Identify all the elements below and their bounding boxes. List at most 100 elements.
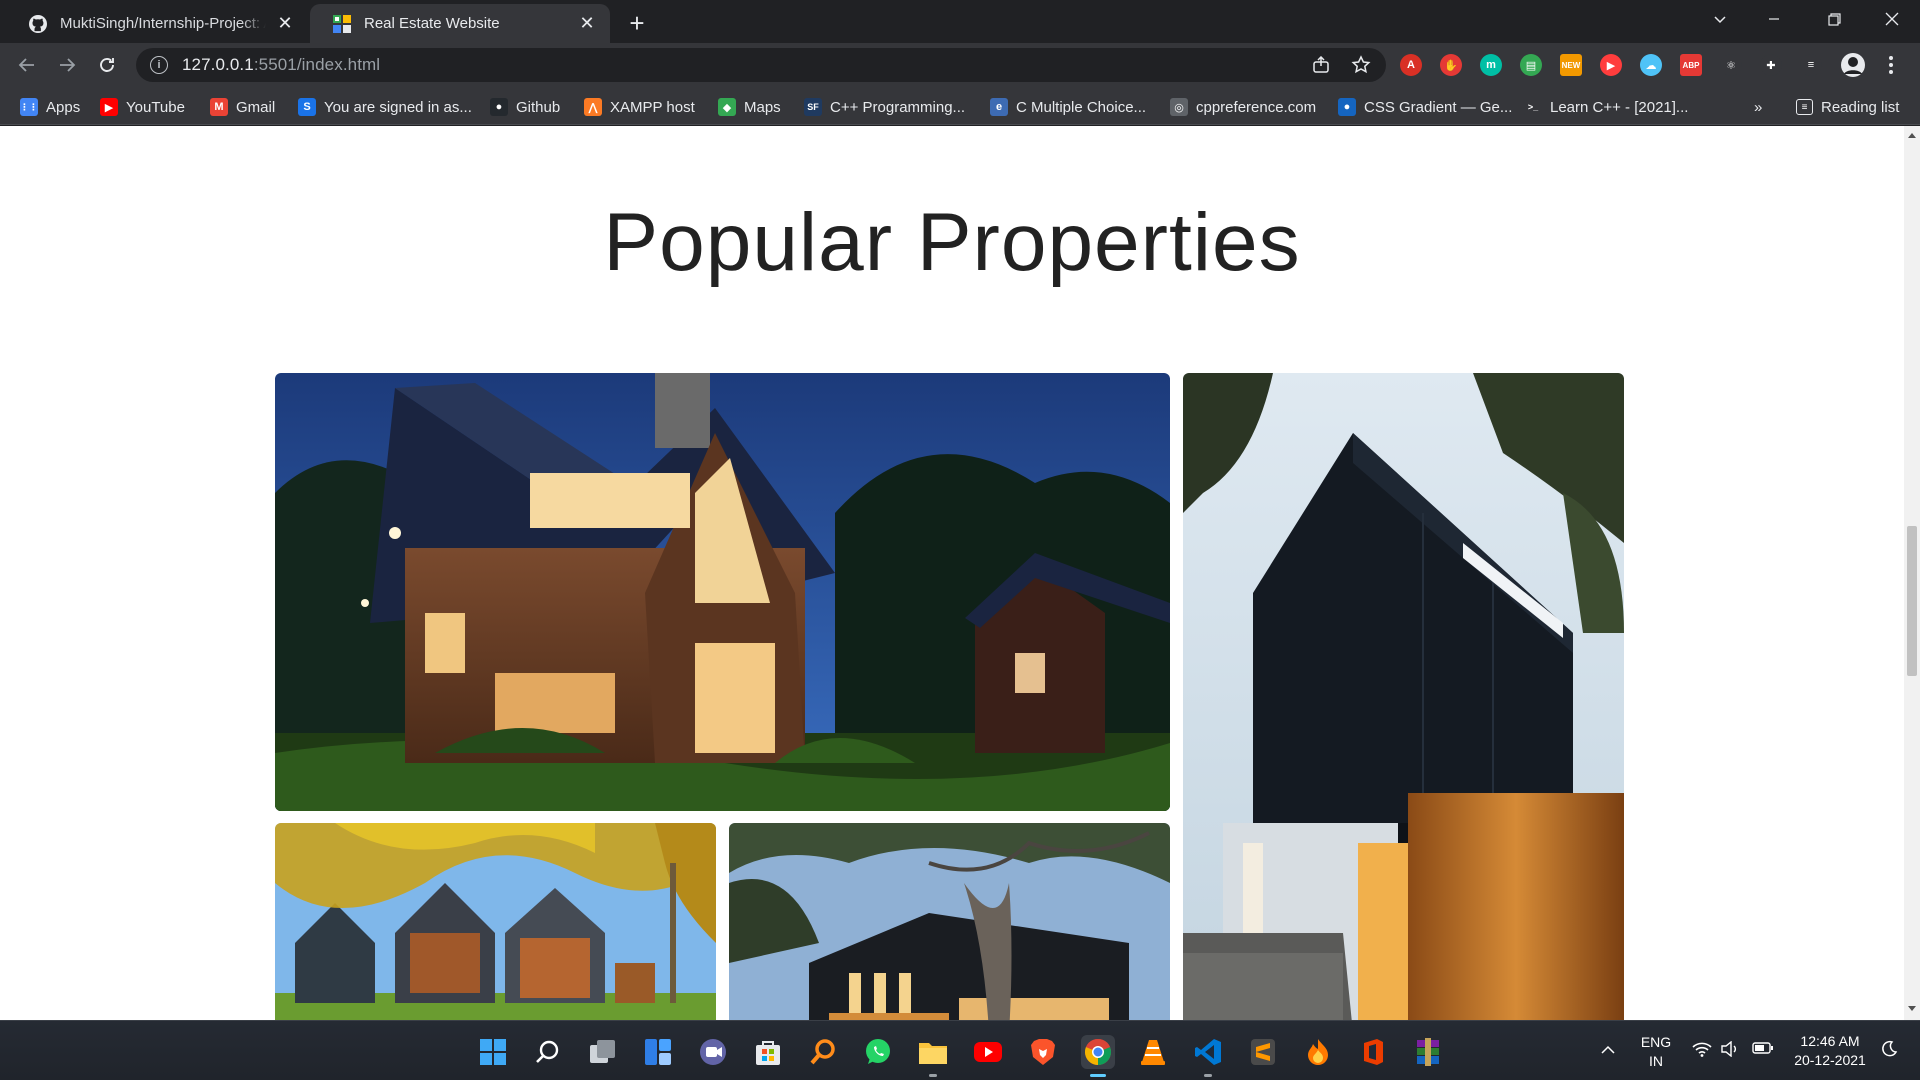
- scrollbar-thumb[interactable]: [1907, 526, 1917, 676]
- shield-icon[interactable]: ✋: [1440, 54, 1462, 76]
- wifi-icon[interactable]: [1690, 1041, 1714, 1062]
- bookmark-cmcq[interactable]: e C Multiple Choice...: [990, 96, 1146, 118]
- globe-icon: ◎: [1170, 98, 1188, 116]
- back-button[interactable]: [12, 50, 42, 80]
- tab-close-icon[interactable]: ✕: [576, 13, 598, 35]
- property-image-modern-tree[interactable]: [729, 823, 1170, 1020]
- bookmark-label: C Multiple Choice...: [1016, 98, 1147, 116]
- bookmark-github[interactable]: ● Github: [490, 96, 560, 118]
- restore-button[interactable]: [1806, 0, 1862, 38]
- browser-toolbar: i 127.0.0.1:5501/index.html A ✋ m ▤ NEW ▶ ☁ ABP…: [0, 43, 1920, 87]
- microsoft-store-icon[interactable]: [751, 1035, 785, 1069]
- minimize-button[interactable]: [1746, 0, 1802, 38]
- real-estate-favicon-icon: [333, 14, 351, 33]
- bookmark-cpp[interactable]: SF C++ Programming...: [804, 96, 965, 118]
- bookmark-label: cppreference.com: [1196, 98, 1317, 116]
- more-bookmarks-button[interactable]: »: [1754, 96, 1762, 118]
- address-bar[interactable]: i 127.0.0.1:5501/index.html: [136, 48, 1386, 82]
- share-icon[interactable]: [1306, 50, 1336, 80]
- bookmark-label: XAMPP host: [610, 98, 695, 116]
- printer-icon[interactable]: ▤: [1520, 54, 1542, 76]
- start-icon[interactable]: [476, 1035, 510, 1069]
- winrar-icon[interactable]: [1411, 1035, 1445, 1069]
- property-image-lodge[interactable]: [275, 373, 1170, 811]
- url-text: 127.0.0.1:5501/index.html: [182, 55, 380, 75]
- bookmark-signed-in[interactable]: S You are signed in as...: [298, 96, 472, 118]
- reading-list-label: Reading list: [1821, 98, 1900, 116]
- vlc-icon[interactable]: [1136, 1035, 1170, 1069]
- close-window-button[interactable]: [1864, 0, 1920, 38]
- firebase-icon[interactable]: [1301, 1035, 1335, 1069]
- profile-avatar[interactable]: [1838, 50, 1868, 80]
- tab-strip: MuktiSingh/Internship-Project: A ✕ Real …: [0, 0, 1920, 43]
- adblock-icon[interactable]: ABP: [1680, 54, 1702, 76]
- page-title: Popular Properties: [603, 197, 1301, 288]
- bookmark-cppref[interactable]: ◎ cppreference.com: [1170, 96, 1316, 118]
- volume-icon[interactable]: [1718, 1040, 1742, 1062]
- cloud-icon[interactable]: ☁: [1640, 54, 1662, 76]
- teams-chat-icon[interactable]: [696, 1035, 730, 1069]
- widgets-icon[interactable]: [641, 1035, 675, 1069]
- scroll-down-icon[interactable]: [1908, 1006, 1916, 1011]
- youtube-app-icon[interactable]: [971, 1035, 1005, 1069]
- chrome-icon[interactable]: [1081, 1035, 1115, 1077]
- reading-list-button[interactable]: ≡ Reading list: [1796, 96, 1899, 118]
- language-code: ENG: [1640, 1034, 1672, 1050]
- input-language-indicator[interactable]: ENG IN: [1636, 1033, 1676, 1071]
- tab-real-estate[interactable]: Real Estate Website ✕: [310, 4, 610, 43]
- puzzle-icon[interactable]: ✚: [1760, 54, 1782, 76]
- s-icon: S: [298, 98, 316, 116]
- tab-search-icon[interactable]: [1692, 0, 1748, 38]
- file-explorer-icon[interactable]: [916, 1035, 950, 1077]
- notifications-icon[interactable]: [1874, 1040, 1904, 1063]
- bookmark-css-gradient[interactable]: ● CSS Gradient — Ge...: [1338, 96, 1512, 118]
- property-image-barn-houses[interactable]: [275, 823, 716, 1020]
- search-icon[interactable]: [531, 1035, 565, 1069]
- clock-date: 20-12-2021: [1794, 1052, 1866, 1068]
- react-icon[interactable]: ⚛: [1720, 54, 1742, 76]
- clock[interactable]: 12:46 AM 20-12-2021: [1780, 1032, 1880, 1070]
- bookmark-label: Apps: [46, 98, 81, 116]
- bookmark-gmail[interactable]: M Gmail: [210, 96, 275, 118]
- site-info-icon[interactable]: i: [150, 56, 168, 74]
- media-icon[interactable]: ≡: [1800, 54, 1822, 76]
- office-icon[interactable]: [1356, 1035, 1390, 1069]
- whatsapp-icon[interactable]: [861, 1035, 895, 1069]
- browser-menu-icon[interactable]: [1876, 50, 1906, 80]
- bookmark-maps[interactable]: ◆ Maps: [718, 96, 781, 118]
- url-path: :5501/index.html: [253, 55, 381, 74]
- pdf-icon[interactable]: A: [1400, 54, 1422, 76]
- github-icon: ●: [490, 98, 508, 116]
- tab-title: Real Estate Website: [364, 15, 500, 32]
- bookmark-xampp[interactable]: ⋀ XAMPP host: [584, 96, 695, 118]
- tab-close-icon[interactable]: ✕: [274, 13, 296, 35]
- bookmark-learn-cpp[interactable]: >_ Learn C++ - [2021]...: [1524, 96, 1688, 118]
- bookmarks-bar: ⋮⋮ Apps ▶ YouTube M Gmail S You are signed in a…: [0, 87, 1920, 125]
- m-icon[interactable]: m: [1480, 54, 1502, 76]
- page-scrollbar[interactable]: [1904, 126, 1920, 1020]
- search-app-icon[interactable]: [806, 1035, 840, 1069]
- property-image-modern-dark[interactable]: [1183, 373, 1624, 1020]
- url-host: 127.0.0.1: [182, 55, 254, 74]
- bookmark-label: You are signed in as...: [324, 98, 472, 116]
- bookmark-youtube[interactable]: ▶ YouTube: [100, 96, 185, 118]
- vscode-icon[interactable]: [1191, 1035, 1225, 1077]
- scroll-up-icon[interactable]: [1908, 133, 1916, 138]
- tab-github[interactable]: MuktiSingh/Internship-Project: A ✕: [6, 4, 308, 43]
- forward-button[interactable]: [52, 50, 82, 80]
- bookmark-apps[interactable]: ⋮⋮ Apps: [20, 96, 80, 118]
- task-view-icon[interactable]: [586, 1035, 620, 1069]
- new-tab-button[interactable]: +: [622, 8, 652, 38]
- battery-icon[interactable]: [1750, 1041, 1776, 1060]
- sublime-text-icon[interactable]: [1246, 1035, 1280, 1069]
- new-badge-icon[interactable]: NEW: [1560, 54, 1582, 76]
- show-hidden-icons-button[interactable]: [1596, 1041, 1620, 1060]
- reload-button[interactable]: [92, 50, 122, 80]
- page-viewport: Popular Properties: [0, 126, 1904, 1020]
- bookmark-star-icon[interactable]: [1346, 50, 1376, 80]
- brave-icon[interactable]: [1026, 1035, 1060, 1069]
- tab-title: MuktiSingh/Internship-Project: A: [60, 15, 266, 32]
- xampp-icon: ⋀: [584, 98, 602, 116]
- play-icon[interactable]: ▶: [1600, 54, 1622, 76]
- github-icon: [29, 14, 47, 33]
